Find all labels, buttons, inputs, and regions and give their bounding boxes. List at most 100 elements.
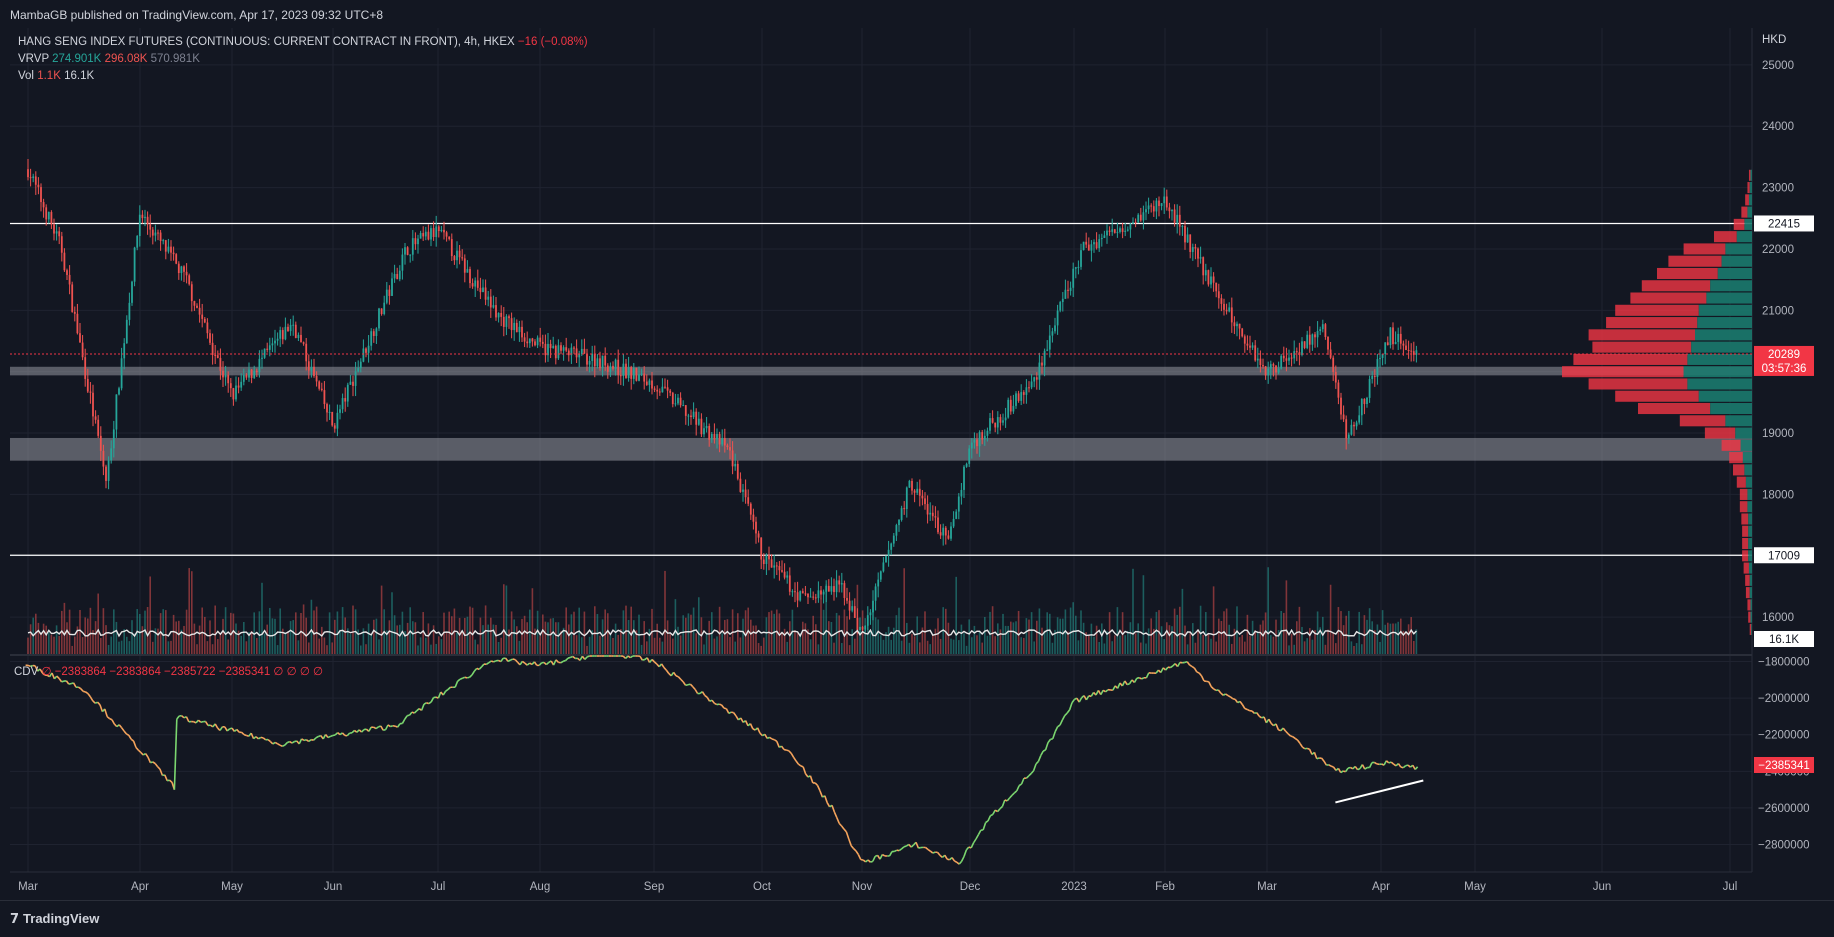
volume-bar xyxy=(552,618,554,654)
volume-profile-bar-up xyxy=(1747,489,1752,500)
volume-bar xyxy=(1371,621,1373,654)
symbol-title[interactable]: HANG SENG INDEX FUTURES (CONTINUOUS: CUR… xyxy=(18,36,515,48)
volume-bar xyxy=(1145,644,1147,654)
candle-body xyxy=(1361,399,1363,415)
cdv-segment xyxy=(777,741,779,747)
cdv-segment xyxy=(810,776,812,783)
volume-bar xyxy=(734,642,736,654)
cdv-segment xyxy=(640,656,642,660)
candle-body xyxy=(256,371,258,372)
candle-body xyxy=(30,177,32,178)
cdv-label[interactable]: CDV xyxy=(14,666,38,678)
cdv-segment xyxy=(1211,687,1213,689)
volume-bar xyxy=(1010,622,1012,654)
candle-body xyxy=(194,301,196,306)
time-tick-label: Oct xyxy=(753,881,772,893)
volume-bar xyxy=(1309,628,1311,654)
candle-body xyxy=(1031,382,1033,388)
volume-bar xyxy=(675,599,677,654)
tradingview-logo[interactable]: 𝟳TradingView xyxy=(10,911,99,927)
candle-body xyxy=(1078,267,1080,268)
candle-body xyxy=(578,354,580,357)
svg-text:16.1K: 16.1K xyxy=(1769,634,1799,646)
volume-bar xyxy=(300,613,302,654)
candle-body xyxy=(191,284,193,301)
cdv-segment xyxy=(158,767,160,770)
time-tick-label: 2023 xyxy=(1061,881,1087,893)
volume-profile-bar-up xyxy=(1746,477,1752,488)
cdv-values: ∅ −2383864 −2383864 −2385722 −2385341 ∅ … xyxy=(41,666,323,678)
cdv-segment xyxy=(141,752,143,754)
volume-profile-bar-down xyxy=(1737,477,1746,488)
cdv-tick-label: −2600000 xyxy=(1758,803,1810,815)
candle-body xyxy=(71,284,73,311)
candle-body xyxy=(760,538,762,560)
cdv-segment xyxy=(1314,752,1316,758)
volume-bar xyxy=(641,645,643,654)
candle-body xyxy=(394,274,396,278)
volume-bar xyxy=(1015,621,1017,654)
candle-body xyxy=(498,313,500,317)
volume-bar xyxy=(753,626,755,654)
candle-body xyxy=(524,337,526,341)
volume-bar xyxy=(129,641,131,654)
volume-bar xyxy=(1192,623,1194,654)
cdv-segment xyxy=(988,816,990,821)
cdv-segment xyxy=(417,709,419,711)
cdv-segment xyxy=(1398,764,1400,767)
volume-bar xyxy=(259,611,261,654)
volume-bar xyxy=(370,634,372,654)
vol-label[interactable]: Vol xyxy=(18,70,34,82)
volume-bar xyxy=(1104,644,1106,654)
candle-body xyxy=(404,247,406,254)
candle-body xyxy=(646,382,648,385)
volume-bar xyxy=(1124,635,1126,654)
candle-body xyxy=(490,297,492,308)
candle-body xyxy=(118,388,120,394)
volume-bar xyxy=(828,621,830,654)
cdv-segment xyxy=(573,656,575,658)
cdv-segment xyxy=(983,823,985,830)
cdv-segment xyxy=(1038,756,1040,762)
cdv-segment xyxy=(722,705,724,708)
volume-profile-bar-down xyxy=(1748,612,1750,623)
volume-bar xyxy=(1312,640,1314,654)
cdv-segment xyxy=(1060,720,1062,725)
vrvp-label[interactable]: VRVP xyxy=(18,53,49,65)
cdv-segment xyxy=(1247,709,1249,710)
volume-bar xyxy=(490,618,492,654)
candle-body xyxy=(662,387,664,393)
cdv-segment xyxy=(256,737,258,739)
candle-body xyxy=(1265,366,1267,375)
chart-canvas[interactable]: 2500024000230002200021000200001900018000… xyxy=(0,0,1834,900)
candle-body xyxy=(911,481,913,491)
cdv-segment xyxy=(846,832,848,839)
candle-body xyxy=(617,360,619,375)
volume-bar xyxy=(1187,644,1189,654)
cdv-segment xyxy=(275,742,277,743)
candle-body xyxy=(1052,331,1054,335)
volume-bar xyxy=(43,624,45,654)
cdv-segment xyxy=(62,681,64,682)
candle-body xyxy=(365,348,367,352)
volume-bar xyxy=(708,621,710,654)
cdv-segment xyxy=(1007,798,1009,801)
candle-body xyxy=(225,375,227,377)
volume-bar xyxy=(1244,642,1246,654)
candle-body xyxy=(1252,345,1254,347)
volume-bar xyxy=(318,639,320,654)
candle-body xyxy=(1293,351,1295,358)
volume-bar xyxy=(389,620,391,654)
cdv-segment xyxy=(902,847,904,849)
volume-profile-bar-down xyxy=(1747,182,1749,193)
candle-body xyxy=(659,391,661,392)
volume-bar xyxy=(649,629,651,654)
volume-bar xyxy=(771,611,773,654)
cdv-segment xyxy=(1245,709,1247,710)
candle-body xyxy=(165,240,167,251)
candle-body xyxy=(1327,337,1329,350)
cdv-segment xyxy=(1125,681,1127,685)
candle-body xyxy=(922,496,924,499)
candle-body xyxy=(849,601,851,611)
volume-bar xyxy=(1028,620,1030,654)
